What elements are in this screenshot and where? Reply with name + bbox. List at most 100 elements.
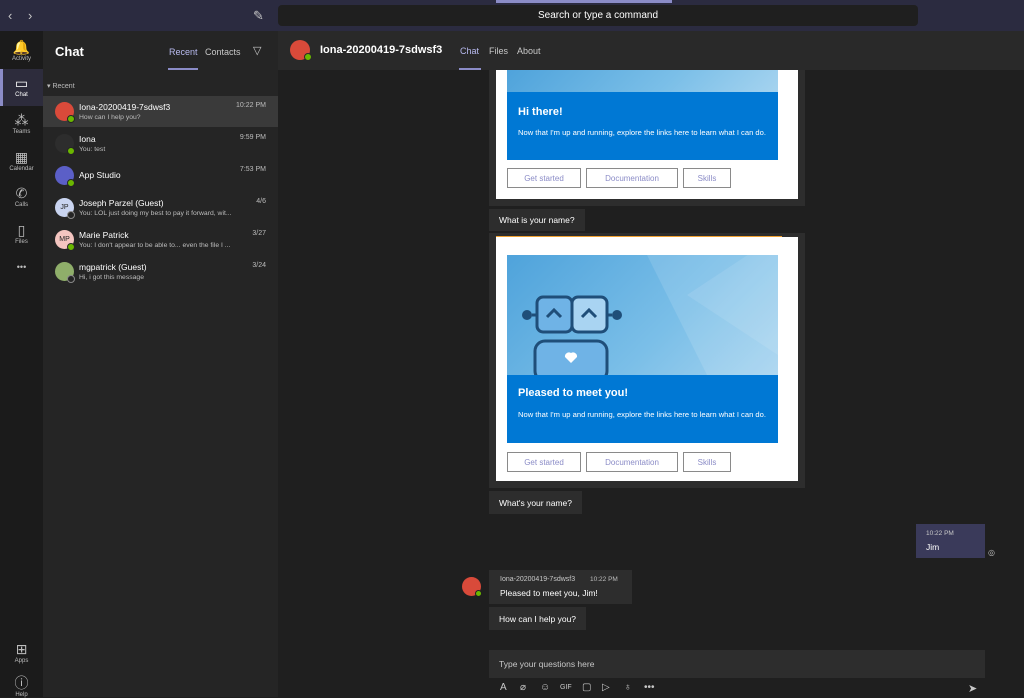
rail-calendar[interactable]: ▦ Calendar: [0, 143, 43, 180]
presence-icon: [67, 243, 75, 251]
rail-more[interactable]: •••: [0, 255, 43, 292]
file-icon: ▯: [17, 222, 26, 238]
message-time: 10:22 PM: [590, 576, 618, 583]
more-icon: •••: [16, 262, 27, 272]
seen-icon: ◎: [988, 548, 995, 557]
chat-preview: Hi, i got this message: [79, 274, 144, 281]
documentation-button[interactable]: Documentation: [586, 168, 678, 188]
chat-list-item[interactable]: App Studio 7:53 PM: [43, 160, 278, 191]
get-started-button[interactable]: Get started: [507, 168, 581, 188]
attach-icon[interactable]: ⌀: [520, 682, 526, 693]
rail-teams[interactable]: ⁂ Teams: [0, 106, 43, 143]
skills-button[interactable]: Skills: [683, 452, 731, 472]
tab-about[interactable]: About: [517, 46, 541, 56]
robot-icon: [522, 255, 778, 375]
documentation-button[interactable]: Documentation: [586, 452, 678, 472]
chat-time: 4/6: [256, 198, 266, 205]
card-heading: Hi there!: [518, 106, 563, 118]
robot-image: [507, 255, 778, 375]
phone-icon: ✆: [15, 185, 28, 201]
chat-time: 10:22 PM: [236, 102, 266, 109]
chat-list-item[interactable]: Iona You: test 9:59 PM: [43, 128, 278, 159]
rail-label: Teams: [12, 129, 31, 135]
tab-chat[interactable]: Chat: [460, 46, 479, 56]
chat-list-item[interactable]: MP Marie Patrick You: I don't appear to be…: [43, 224, 278, 255]
sticker-icon[interactable]: ▢: [582, 682, 591, 693]
presence-icon: [67, 179, 75, 187]
meet-icon[interactable]: ▷: [602, 682, 610, 693]
message-bubble: What's your name?: [489, 491, 582, 514]
adaptive-card: Pleased to meet you! Now that I'm up and…: [489, 233, 805, 488]
chat-time: 3/24: [252, 262, 266, 269]
rail-label: Files: [15, 239, 28, 245]
emoji-icon[interactable]: ☺: [540, 682, 550, 693]
presence-icon: [67, 211, 75, 219]
rail-calls[interactable]: ✆ Calls: [0, 179, 43, 216]
section-recent[interactable]: ▾ Recent: [47, 82, 75, 90]
calendar-icon: ▦: [14, 149, 29, 165]
card-band: Pleased to meet you! Now that I'm up and…: [507, 375, 778, 443]
rail-label: Apps: [14, 658, 29, 664]
presence-icon: [67, 115, 75, 123]
tab-contacts[interactable]: Contacts: [205, 47, 241, 57]
chat-preview: How can I help you?: [79, 114, 141, 121]
card-text: Now that I'm up and running, explore the…: [518, 410, 766, 419]
presence-icon: [67, 275, 75, 283]
adaptive-card: Hi there! Now that I'm up and running, e…: [489, 70, 805, 206]
message-bubble: What is your name?: [489, 209, 585, 231]
chat-name: Marie Patrick: [79, 230, 129, 240]
get-started-button[interactable]: Get started: [507, 452, 581, 472]
chat-list-title: Chat: [55, 44, 84, 59]
chevron-right-icon[interactable]: ›: [28, 8, 32, 23]
card-body: Pleased to meet you! Now that I'm up and…: [496, 237, 798, 481]
card-text: Now that I'm up and running, explore the…: [518, 128, 766, 137]
send-icon[interactable]: ➤: [968, 682, 977, 695]
chat-time: 7:53 PM: [239, 166, 266, 173]
chat-list-item[interactable]: JP Joseph Parzel (Guest) You: LOL just doi…: [43, 192, 278, 223]
rail-activity[interactable]: 🔔 Activity: [0, 33, 43, 70]
compose-icon[interactable]: ✎: [253, 8, 264, 24]
conversation-pane: Iona-20200419-7sdwsf3 Chat Files About H…: [278, 31, 1024, 697]
rail-files[interactable]: ▯ Files: [0, 216, 43, 253]
presence-icon: [67, 147, 75, 155]
apps-icon: ⊞: [15, 641, 28, 657]
message-bubble: Iona-20200419-7sdwsf3 10:22 PM Pleased t…: [489, 570, 632, 604]
compose-input[interactable]: Type your questions here: [489, 650, 985, 678]
gif-icon[interactable]: GIF: [560, 684, 572, 691]
chat-list-item[interactable]: mgpatrick (Guest) Hi, i got this message 3…: [43, 256, 278, 287]
chat-name: Iona: [79, 134, 96, 144]
bell-icon: 🔔: [12, 39, 31, 55]
card-body: Hi there! Now that I'm up and running, e…: [496, 70, 798, 199]
chevron-left-icon[interactable]: ‹: [8, 8, 12, 23]
rail-label: Calls: [14, 202, 29, 208]
message-text: Jim: [926, 542, 940, 552]
rail-label: Activity: [11, 56, 31, 62]
chat-name: mgpatrick (Guest): [79, 262, 147, 272]
praise-icon[interactable]: ♁: [624, 682, 632, 693]
rail-apps[interactable]: ⊞ Apps: [0, 635, 43, 672]
tab-recent[interactable]: Recent: [169, 47, 198, 57]
rail-help[interactable]: ⓘ Help: [0, 671, 43, 698]
tab-files[interactable]: Files: [489, 46, 508, 56]
chat-list-pane: Chat Recent Contacts ▽ ▾ Recent Iona-202…: [43, 31, 278, 697]
format-icon[interactable]: A: [500, 682, 507, 693]
more-icon[interactable]: •••: [644, 682, 655, 693]
page-title: Iona-20200419-7sdwsf3: [320, 44, 443, 56]
presence-icon: [475, 590, 482, 597]
skills-button[interactable]: Skills: [683, 168, 731, 188]
search-input[interactable]: Search or type a command: [278, 5, 918, 26]
tab-underline: [168, 68, 198, 70]
conversation-header: Iona-20200419-7sdwsf3 Chat Files About: [278, 31, 1024, 70]
app-rail: 🔔 Activity ▭ Chat ⁂ Teams ▦ Calendar ✆ C…: [0, 31, 43, 698]
teams-icon: ⁂: [14, 112, 29, 128]
rail-label: Help: [15, 692, 28, 698]
filter-icon[interactable]: ▽: [253, 44, 261, 57]
rail-label: Chat: [15, 92, 28, 98]
rail-label: Calendar: [9, 166, 34, 172]
chat-time: 9:59 PM: [239, 134, 266, 141]
chat-list-item[interactable]: Iona-20200419-7sdwsf3 How can I help you?…: [43, 96, 278, 127]
card-band: Hi there! Now that I'm up and running, e…: [507, 92, 778, 160]
message-text: Pleased to meet you, Jim!: [500, 588, 598, 598]
chat-preview: You: I don't appear to be able to... eve…: [79, 242, 231, 249]
rail-chat[interactable]: ▭ Chat: [0, 69, 43, 106]
